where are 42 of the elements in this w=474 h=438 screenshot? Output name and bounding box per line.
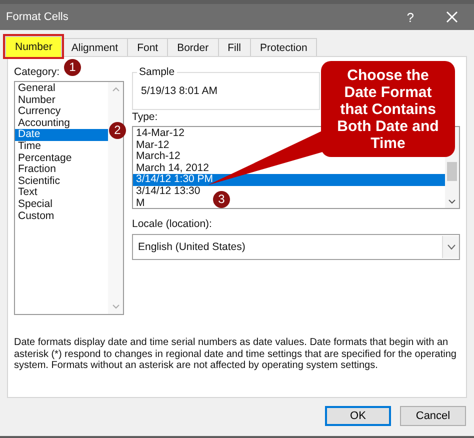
- list-item[interactable]: Scientific: [15, 176, 108, 188]
- sample-value: 5/19/13 8:01 AM: [141, 85, 218, 97]
- sample-label: Sample: [137, 66, 177, 78]
- category-label: Category:: [14, 65, 60, 79]
- list-item[interactable]: 3/14/12 1:30 PM: [133, 174, 445, 186]
- dialog-button[interactable]: OK: [325, 406, 391, 426]
- list-item[interactable]: Accounting: [15, 118, 108, 130]
- scroll-thumb[interactable]: [447, 162, 457, 181]
- locale-value: English (United States): [137, 241, 246, 253]
- step-number: 3: [213, 191, 230, 208]
- list-item[interactable]: Mar-12: [133, 140, 172, 152]
- window-title: Format Cells: [6, 11, 68, 23]
- type-label: Type:: [132, 110, 158, 124]
- list-item[interactable]: 14-Mar-12: [133, 128, 186, 140]
- scroll-down-icon: [112, 304, 120, 310]
- scroll-down-icon: [448, 199, 456, 205]
- list-item[interactable]: Fraction: [15, 164, 108, 176]
- locale-dropdown[interactable]: English (United States): [132, 234, 460, 260]
- dialog-button[interactable]: Cancel: [400, 406, 466, 426]
- list-item[interactable]: Text: [15, 187, 108, 199]
- scroll-up-icon: [112, 86, 120, 92]
- chevron-down-icon: [446, 244, 456, 250]
- callout-text: Choose the Date Format that Contains Both Date and Time: [321, 61, 455, 157]
- step-number: 1: [64, 59, 81, 76]
- close-icon: [446, 11, 458, 23]
- list-item[interactable]: Date: [15, 129, 108, 141]
- locale-label: Locale (location):: [132, 217, 212, 231]
- list-item[interactable]: Time: [15, 140, 108, 153]
- list-item[interactable]: March 14, 2012: [133, 162, 211, 174]
- list-item[interactable]: Currency: [15, 106, 108, 118]
- list-item[interactable]: General: [15, 83, 108, 95]
- tab[interactable]: Number: [5, 36, 62, 57]
- list-item[interactable]: 3/14/12 13:30: [133, 186, 202, 198]
- description-text: Date formats display date and time serial numbers as date values. Date formats that begin with an asterisk (*) respond to changes in regional date and time settings that are specified for the operating system. Formats without an asterisk are not affected by operating system settings.: [14, 337, 458, 372]
- tab[interactable]: Protection: [250, 38, 318, 57]
- help-button[interactable]: ?: [400, 10, 420, 24]
- list-item[interactable]: Special: [15, 198, 108, 211]
- list-item[interactable]: Custom: [15, 210, 108, 222]
- list-item[interactable]: Percentage: [15, 152, 108, 164]
- list-item[interactable]: March-12: [133, 151, 182, 163]
- list-item[interactable]: Number: [15, 94, 108, 106]
- list-item[interactable]: M: [133, 198, 147, 210]
